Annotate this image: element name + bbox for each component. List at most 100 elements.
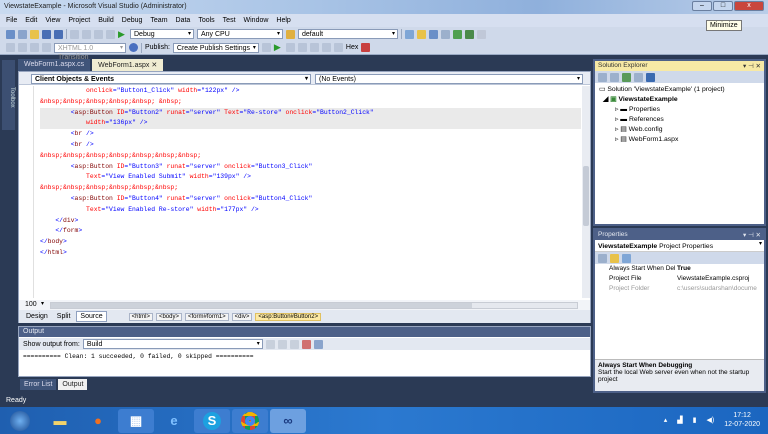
code-editor[interactable]: Client Objects & Events (No Events) oncl… xyxy=(18,71,591,323)
visual-studio-icon[interactable]: ∞ xyxy=(270,408,306,433)
start-button[interactable] xyxy=(0,409,40,433)
step-over-icon[interactable] xyxy=(321,43,331,52)
battery-icon[interactable]: ▮ xyxy=(693,416,697,424)
menu-view[interactable]: View xyxy=(45,17,60,24)
network-icon[interactable]: ▟ xyxy=(677,416,682,424)
toolbox-icon[interactable] xyxy=(441,29,450,39)
add-item-icon[interactable] xyxy=(18,29,27,39)
save-all-icon[interactable] xyxy=(54,29,63,39)
breakpoints-icon[interactable] xyxy=(361,43,371,52)
find-icon[interactable] xyxy=(286,29,295,39)
find-combo[interactable]: default xyxy=(298,29,398,39)
tab-webform1-aspx[interactable]: WebForm1.aspx ✕ xyxy=(92,59,164,71)
categorized-icon[interactable] xyxy=(598,253,607,263)
horizontal-scrollbar[interactable] xyxy=(50,301,578,309)
object-browser-icon[interactable] xyxy=(429,29,438,39)
menu-edit[interactable]: Edit xyxy=(25,17,37,24)
refresh-icon[interactable] xyxy=(622,72,631,82)
view-code-icon[interactable] xyxy=(634,72,643,82)
menu-help[interactable]: Help xyxy=(276,17,290,24)
menu-window[interactable]: Window xyxy=(244,17,269,24)
tree-item-web-config[interactable]: ▹ ▤ Web.config xyxy=(599,125,760,135)
property-row[interactable]: Always Start When Del True xyxy=(595,264,764,274)
tree-item-webform1[interactable]: ▹ ▤ WebForm1.aspx xyxy=(599,135,760,145)
indent-icon[interactable] xyxy=(18,43,27,52)
show-hidden-icons[interactable]: ▴ xyxy=(664,416,668,424)
next-message-icon[interactable] xyxy=(289,339,299,349)
show-all-files-icon[interactable] xyxy=(610,72,619,82)
properties-icon[interactable] xyxy=(598,72,607,82)
continue-icon[interactable]: ▶ xyxy=(274,43,283,52)
client-objects-select[interactable]: Client Objects & Events xyxy=(31,74,311,84)
stop-icon[interactable] xyxy=(297,43,307,52)
zoom-select[interactable]: 100 % xyxy=(22,300,46,317)
chrome-icon[interactable] xyxy=(232,408,268,433)
breadcrumb-form[interactable]: <form#form1> xyxy=(184,312,229,321)
start-page-icon[interactable] xyxy=(465,29,474,39)
internet-explorer-icon[interactable]: e xyxy=(156,409,192,433)
comment-icon[interactable] xyxy=(42,43,51,52)
code-area[interactable]: onclick="Button1_Click" width="122px" />… xyxy=(33,86,581,298)
doctype-select[interactable]: XHTML 1.0 Transition xyxy=(54,42,126,61)
properties-icon[interactable] xyxy=(417,29,426,39)
clear-all-icon[interactable] xyxy=(301,339,311,349)
publish-web-icon[interactable] xyxy=(261,43,271,52)
project-node[interactable]: ◢ ▣ ViewstateExample xyxy=(599,95,760,105)
config-select[interactable]: Debug xyxy=(130,29,194,39)
explorer-icon[interactable]: ▬ xyxy=(42,409,78,433)
vertical-scrollbar[interactable] xyxy=(582,86,590,298)
step-out-icon[interactable] xyxy=(333,43,343,52)
property-pages-icon[interactable] xyxy=(622,253,631,263)
prev-message-icon[interactable] xyxy=(277,339,287,349)
tree-item-references[interactable]: ▹ ▬ References xyxy=(599,115,760,125)
menu-tools[interactable]: Tools xyxy=(198,17,214,24)
property-row[interactable]: Project File ViewstateExample.csproj xyxy=(595,274,764,284)
minimize-button[interactable]: – xyxy=(692,1,712,11)
extension-icon[interactable] xyxy=(453,29,462,39)
tree-item-properties[interactable]: ▹ ▬ Properties xyxy=(599,105,760,115)
object-select[interactable]: ViewstateExample Project Properties xyxy=(595,240,764,252)
close-tab-icon[interactable]: ✕ xyxy=(151,62,157,69)
publish-select[interactable]: Create Publish Settings xyxy=(172,42,259,53)
menu-test[interactable]: Test xyxy=(223,17,236,24)
step-into-icon[interactable] xyxy=(309,43,319,52)
pause-icon[interactable] xyxy=(285,43,295,52)
word-wrap-icon[interactable] xyxy=(313,339,323,349)
toolbox-tab[interactable]: Toolbox xyxy=(2,60,15,130)
breadcrumb-div[interactable]: <div> xyxy=(231,312,253,321)
error-list-tab[interactable]: Error List xyxy=(20,379,57,390)
save-icon[interactable] xyxy=(42,29,51,39)
breadcrumb-button2[interactable]: <asp:Button#Button2> xyxy=(255,312,322,321)
menu-build[interactable]: Build xyxy=(98,17,114,24)
source-view-button[interactable]: Source xyxy=(76,311,107,322)
maximize-button[interactable]: □ xyxy=(713,1,733,11)
solution-node[interactable]: ▭ Solution 'ViewstateExample' (1 project… xyxy=(599,85,760,95)
media-player-icon[interactable]: ● xyxy=(80,409,116,433)
view-designer-icon[interactable] xyxy=(646,72,655,82)
menu-data[interactable]: Data xyxy=(176,17,191,24)
cut-icon[interactable] xyxy=(70,29,79,39)
clock[interactable]: 17:12 12-07-2020 xyxy=(724,411,760,429)
close-button[interactable]: x xyxy=(734,1,764,11)
command-window-icon[interactable] xyxy=(477,29,486,39)
new-project-icon[interactable] xyxy=(6,29,15,39)
copy-icon[interactable] xyxy=(82,29,91,39)
hex-toggle[interactable]: Hex xyxy=(346,44,358,51)
open-icon[interactable] xyxy=(30,29,39,39)
output-source-select[interactable]: Build xyxy=(82,339,263,349)
split-view-button[interactable]: Split xyxy=(54,312,74,321)
browser-icon[interactable] xyxy=(129,43,138,52)
breadcrumb-body[interactable]: <body> xyxy=(155,312,182,321)
outdent-icon[interactable] xyxy=(30,43,39,52)
undo-icon[interactable] xyxy=(94,29,103,39)
panel-controls-icon[interactable]: ▾ ⊣ ✕ xyxy=(743,231,761,239)
output-tab[interactable]: Output xyxy=(58,379,88,390)
redo-icon[interactable] xyxy=(106,29,115,39)
menu-team[interactable]: Team xyxy=(150,17,167,24)
panel-controls-icon[interactable]: ▾ ⊣ ✕ xyxy=(743,62,761,70)
property-row[interactable]: Project Folder c:\users\sudarshan\docume xyxy=(595,284,764,294)
events-select[interactable]: (No Events) xyxy=(315,74,583,84)
platform-select[interactable]: Any CPU xyxy=(197,29,283,39)
tab-webform1-aspx-cs[interactable]: WebForm1.aspx.cs xyxy=(18,59,91,71)
find-message-icon[interactable] xyxy=(265,339,275,349)
